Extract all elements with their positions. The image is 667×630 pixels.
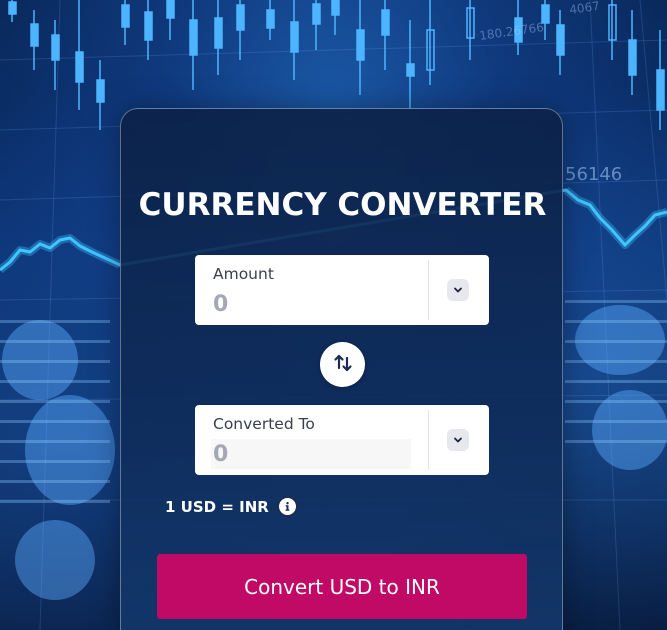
amount-field: Amount [195, 255, 489, 325]
converted-field: Converted To [195, 405, 489, 475]
amount-input[interactable] [211, 289, 411, 319]
converter-card: CURRENCY CONVERTER Amount Converted [120, 108, 563, 630]
field-divider [428, 410, 429, 470]
exchange-rate: 1 USD = INR [165, 496, 298, 517]
field-divider [428, 260, 429, 320]
to-currency-dropdown[interactable] [447, 429, 469, 451]
chevron-down-icon [452, 281, 464, 300]
info-icon[interactable] [276, 496, 298, 517]
convert-button[interactable]: Convert USD to INR [157, 554, 527, 619]
background-figure-1: 56146 [565, 164, 622, 185]
exchange-rate-text: 1 USD = INR [165, 497, 269, 516]
background-figure-3: 4067 [568, 0, 600, 17]
chevron-down-icon [452, 431, 464, 450]
converted-label: Converted To [213, 415, 315, 433]
swap-currencies-button[interactable] [320, 342, 365, 387]
amount-label: Amount [213, 265, 274, 283]
swap-vertical-icon [332, 352, 354, 378]
background-figure-2: 180.26766 [478, 20, 544, 43]
converted-output[interactable] [211, 439, 411, 469]
from-currency-dropdown[interactable] [447, 279, 469, 301]
page-title: CURRENCY CONVERTER [138, 187, 547, 223]
